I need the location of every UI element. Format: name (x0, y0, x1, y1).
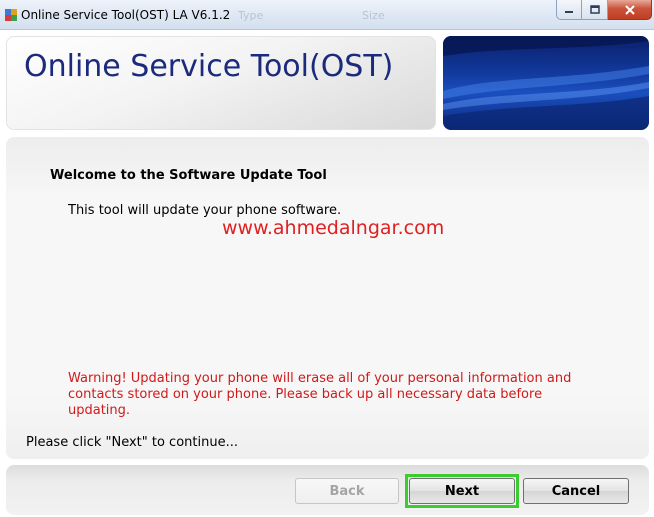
welcome-heading: Welcome to the Software Update Tool (50, 168, 327, 183)
close-icon (624, 4, 635, 15)
maximize-button[interactable] (582, 0, 608, 20)
minimize-icon (565, 10, 573, 13)
maximize-icon (589, 4, 600, 14)
ghost-label-type: Type (238, 9, 264, 22)
back-button[interactable]: Back (295, 478, 399, 504)
title-bar[interactable]: Online Service Tool(OST) LA V6.1.2 Type … (0, 0, 654, 30)
ghost-label-size: Size (362, 9, 385, 22)
header-banner: Online Service Tool(OST) (6, 36, 436, 130)
warning-text: Warning! Updating your phone will erase … (68, 371, 572, 418)
minimize-button[interactable] (556, 0, 582, 20)
continue-hint: Please click "Next" to continue... (26, 435, 238, 450)
header-title: Online Service Tool(OST) (24, 49, 394, 84)
wave-graphic (443, 36, 649, 130)
close-button[interactable] (608, 0, 652, 20)
watermark-text: www.ahmedalngar.com (222, 217, 445, 239)
header-graphic (443, 36, 649, 130)
window-controls (556, 0, 652, 20)
app-icon (5, 9, 17, 21)
next-button[interactable]: Next (409, 478, 515, 504)
window-title: Online Service Tool(OST) LA V6.1.2 (21, 8, 231, 22)
content-panel: Welcome to the Software Update Tool This… (6, 137, 649, 459)
cancel-button[interactable]: Cancel (523, 478, 629, 504)
description-text: This tool will update your phone softwar… (68, 203, 342, 218)
